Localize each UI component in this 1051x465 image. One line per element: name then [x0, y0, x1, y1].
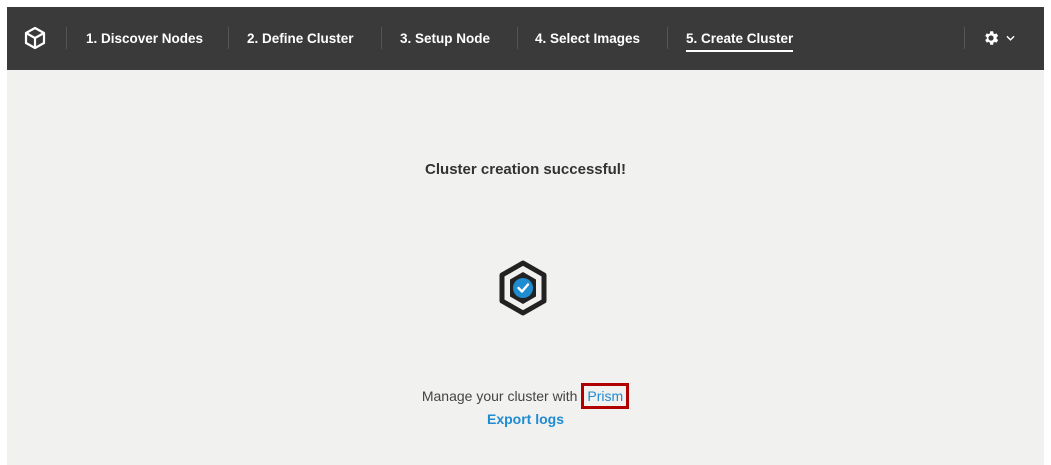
tab-create-cluster[interactable]: 5. Create Cluster [686, 7, 794, 70]
manage-cluster-line: Manage your cluster with Prism [7, 383, 1044, 409]
top-navigation-bar: 1. Discover Nodes 2. Define Cluster 3. S… [7, 7, 1044, 70]
nutanix-foundation-cube-icon[interactable] [21, 24, 49, 52]
nav-divider [381, 27, 382, 49]
nav-divider [228, 27, 229, 49]
app-window: 1. Discover Nodes 2. Define Cluster 3. S… [7, 7, 1044, 465]
hexagon-check-icon [498, 260, 548, 316]
export-logs-container: Export logs [7, 411, 1044, 427]
export-logs-link[interactable]: Export logs [487, 411, 564, 427]
tab-discover-nodes[interactable]: 1. Discover Nodes [86, 7, 203, 70]
manage-text: Manage your cluster with [421, 388, 578, 404]
settings-menu-button[interactable] [982, 27, 1022, 49]
nav-divider [667, 27, 668, 49]
chevron-down-icon [1006, 34, 1015, 43]
tab-define-cluster[interactable]: 2. Define Cluster [247, 7, 354, 70]
nav-divider [517, 27, 518, 49]
gear-icon [982, 29, 1000, 47]
nav-divider [964, 27, 965, 49]
nav-divider [66, 27, 67, 49]
tab-select-images[interactable]: 4. Select Images [535, 7, 640, 70]
prism-link[interactable]: Prism [581, 383, 630, 409]
tab-setup-node[interactable]: 3. Setup Node [400, 7, 490, 70]
success-message: Cluster creation successful! [425, 161, 626, 178]
